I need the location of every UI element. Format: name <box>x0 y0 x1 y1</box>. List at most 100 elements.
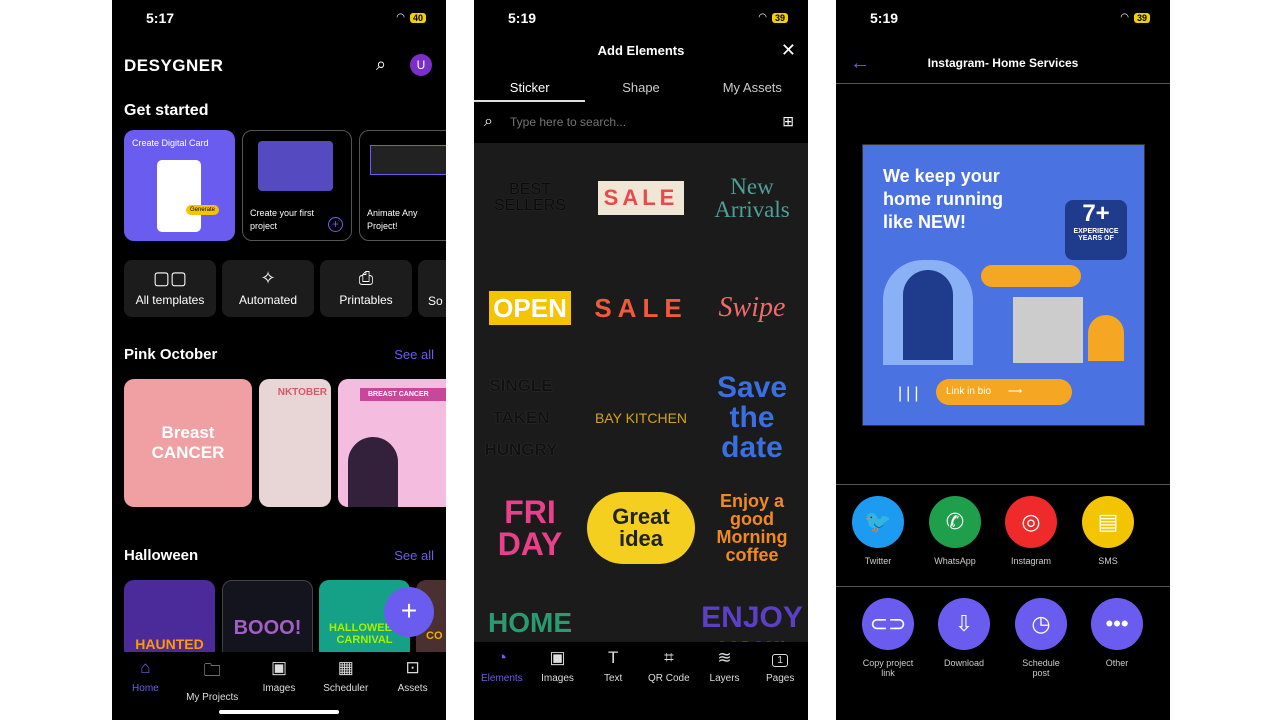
battery-icon: 39 <box>1133 12 1150 23</box>
template-title: NKTOBER <box>277 387 327 398</box>
avatar[interactable]: U <box>410 54 432 76</box>
action-label: Other <box>1105 658 1129 668</box>
template-thumbnail[interactable]: NKTOBER <box>259 379 331 507</box>
project-illustration <box>258 141 333 191</box>
sticker-grid: BEST SELLERS SALE New Arrivals OPEN SALE… <box>474 143 808 642</box>
share-instagram[interactable]: ◎ Instagram <box>1004 496 1058 566</box>
nav-assets[interactable]: ⊡ Assets <box>383 658 443 720</box>
sticker-item[interactable]: Swipe <box>698 253 806 363</box>
toolbar-label: QR Code <box>648 673 690 684</box>
qr-code-icon: ⌗ <box>664 648 674 667</box>
share-sms[interactable]: ▤ SMS <box>1081 496 1135 566</box>
create-fab-button[interactable]: + <box>384 587 434 637</box>
toolbar-elements[interactable]: ◔ Elements <box>474 648 530 720</box>
sticker-item[interactable]: SALE <box>587 253 695 363</box>
more-icon: ••• <box>1091 598 1143 650</box>
nav-label: Scheduler <box>323 683 369 694</box>
status-bar: 5:19 ◠ 39 <box>474 10 808 28</box>
page-title: Instagram- Home Services <box>927 56 1079 70</box>
share-twitter[interactable]: 🐦 Twitter <box>851 496 905 566</box>
status-time: 5:19 <box>508 10 537 26</box>
sticker-item[interactable]: BEST SELLERS <box>476 143 584 253</box>
tab-sticker[interactable]: Sticker <box>474 72 586 102</box>
toolbar-qr-code[interactable]: ⌗ QR Code <box>641 648 697 720</box>
sticker-item[interactable]: New Arrivals <box>698 143 806 253</box>
template-thumbnail[interactable]: BREAST CANCER <box>338 379 446 507</box>
generate-badge: Generate <box>186 205 220 215</box>
sticker-text: BAY KITCHEN <box>594 410 688 426</box>
close-icon[interactable]: ✕ <box>781 40 796 61</box>
quick-all-templates[interactable]: ▢▢ All templates <box>124 260 216 317</box>
sticker-text: Enjoy a good Morning coffee <box>716 491 788 565</box>
schedule-post-button[interactable]: ◷ Schedule post <box>1014 598 1068 678</box>
design-preview: We keep your home running like NEW! 7+ EX… <box>862 144 1145 426</box>
action-label: Download <box>943 658 985 668</box>
image-icon: ▣ <box>549 648 566 667</box>
tab-my-assets[interactable]: My Assets <box>697 72 808 102</box>
toolbar-label: Images <box>541 673 574 684</box>
toolbar-text[interactable]: T Text <box>585 648 641 720</box>
see-all-link[interactable]: See all <box>394 548 434 563</box>
toolbar-label: Text <box>604 673 623 684</box>
toolbar-pages[interactable]: 1 Pages <box>752 648 808 720</box>
quick-printables[interactable]: ⎙ Printables <box>320 260 412 317</box>
template-thumbnail[interactable]: BOOO! <box>222 580 313 660</box>
toolbar-images[interactable]: ▣ Images <box>530 648 586 720</box>
template-thumbnail[interactable]: Breast CANCER <box>124 379 252 507</box>
sticker-text: FRI DAY <box>497 494 563 562</box>
quick-label: Automated <box>238 293 298 307</box>
layers-icon: ≋ <box>717 648 732 667</box>
sticker-item[interactable]: SALE <box>587 143 695 253</box>
brush-graphic <box>1088 315 1124 361</box>
sticker-item[interactable]: Great idea <box>587 473 695 583</box>
create-project-card[interactable]: Create your first project + <box>242 130 352 241</box>
sticker-item[interactable]: Enjoy a good Morning coffee <box>698 473 806 583</box>
tab-shape[interactable]: Shape <box>585 72 696 102</box>
download-button[interactable]: ⇩ Download <box>937 598 991 668</box>
toolbar-layers[interactable]: ≋ Layers <box>697 648 753 720</box>
share-label: WhatsApp <box>934 556 976 566</box>
quick-automated[interactable]: ✧ Automated <box>222 260 314 317</box>
search-icon[interactable]: ⌕ <box>376 54 386 75</box>
quick-label: So <box>428 294 443 308</box>
template-thumbnail[interactable]: HAUNTED <box>124 580 215 660</box>
plus-circle-icon: + <box>328 217 343 232</box>
nav-label: Assets <box>397 683 428 694</box>
template-title: HAUNTED <box>135 636 204 652</box>
wifi-icon: ◠ <box>1120 12 1129 23</box>
copy-link-button[interactable]: ⊂⊃ Copy project link <box>861 598 915 678</box>
wifi-icon: ◠ <box>396 12 405 23</box>
quick-more[interactable]: So <box>418 260 446 317</box>
share-label: Twitter <box>864 556 892 566</box>
other-button[interactable]: ••• Other <box>1090 598 1144 668</box>
instagram-icon: ◎ <box>1005 496 1057 548</box>
grid-view-icon[interactable]: ⊞ <box>782 113 794 130</box>
animate-project-card[interactable]: Animate Any Project! <box>359 130 446 241</box>
template-title: BREAST CANCER <box>360 388 446 401</box>
sticker-item[interactable]: ENJOY your LIFE <box>698 583 806 643</box>
action-label: Schedule post <box>1022 658 1060 678</box>
link-in-bio-cta: Link in bio ⟶ <box>936 379 1072 405</box>
nav-label: Home <box>132 683 159 694</box>
see-all-link[interactable]: See all <box>394 347 434 362</box>
share-whatsapp[interactable]: ✆ WhatsApp <box>928 496 982 566</box>
sticker-text: New Arrivals <box>714 174 790 222</box>
wrench-graphic <box>981 265 1081 287</box>
sticker-item[interactable]: BAY KITCHEN <box>587 363 695 473</box>
home-icon: ⌂ <box>140 658 151 677</box>
create-digital-card[interactable]: Create Digital Card Generate <box>124 130 235 241</box>
section-title: Halloween <box>124 547 199 564</box>
sticker-item[interactable]: Save the date <box>698 363 806 473</box>
element-tabs: Sticker Shape My Assets <box>474 72 808 102</box>
app-logo: DESYGNER <box>124 56 224 75</box>
gauge-sticker[interactable] <box>587 591 695 642</box>
sticker-item[interactable]: HOME <box>476 583 584 642</box>
sticker-item[interactable]: OPEN <box>476 253 584 363</box>
sticker-item[interactable]: SINGLE TAKEN HUNGRY <box>476 363 566 473</box>
nav-home[interactable]: ⌂ Home <box>115 658 175 720</box>
silhouette-image <box>348 437 398 507</box>
sticker-search-input[interactable] <box>510 112 750 132</box>
action-label: Copy project link <box>862 658 914 678</box>
clock-icon: ◷ <box>1015 598 1067 650</box>
sticker-item[interactable]: FRI DAY <box>476 473 584 583</box>
